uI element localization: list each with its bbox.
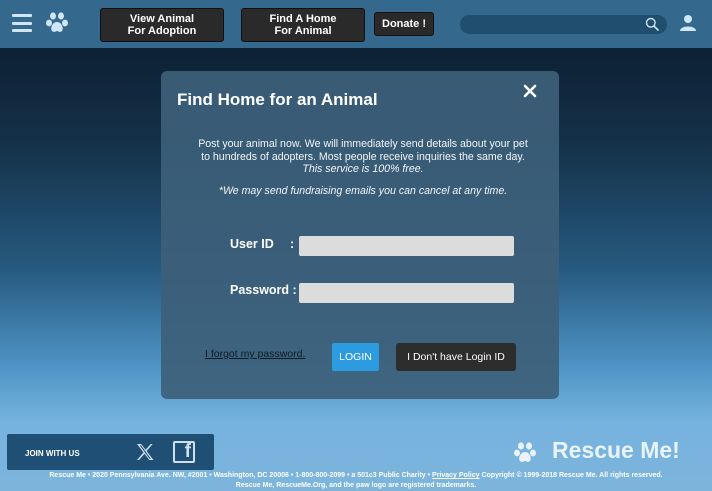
fundraising-note: *We may send fundraising emails you can … [218,185,508,197]
brand-name: Rescue Me! [552,437,680,463]
facebook-icon-glyph: f [184,441,191,462]
close-icon-glyph [523,84,537,98]
menu-icon-line [12,14,32,17]
menu-icon-line [12,29,32,32]
user-icon[interactable] [679,14,697,32]
copyright-text: Copyright © 1999-2018 Rescue Me. All rig… [479,472,663,479]
menu-icon-line [12,21,32,25]
search-bar [460,15,667,37]
search-icon[interactable] [645,17,659,31]
user-id-colon: : [290,237,295,251]
login-button-label: LOGIN [339,351,372,363]
nav-button-label: Find A Home [269,13,337,25]
nav-button-label: For Adoption [127,25,197,37]
intro-line: to hundreds of adopters. Most people rec… [201,150,525,163]
view-animal-for-adoption-button[interactable]: View Animal For Adoption [100,8,224,42]
legal-footer: Rescue Me • 2020 Pennsylvania Ave. NW, #… [0,471,712,490]
intro-line: Post your animal now. We will immediatel… [198,138,528,150]
login-button[interactable]: LOGIN [332,343,379,371]
privacy-policy-link[interactable]: Privacy Policy [432,472,479,479]
no-login-id-button[interactable]: I Don't have Login ID [396,343,516,371]
nav-button-label: View Animal [129,13,195,25]
paw-logo-icon[interactable] [44,10,70,36]
user-id-field[interactable] [299,236,514,256]
search-input[interactable] [460,17,640,37]
close-icon[interactable] [523,83,539,101]
paw-logo-icon [514,442,536,462]
nav-button-label: For Animal [274,25,332,37]
free-service-note: This service is 100% free. [302,163,424,175]
donate-button[interactable]: Donate ! [374,12,434,36]
trademark-line: Rescue Me, RescueMe.Org, and the paw log… [235,481,477,489]
dialog-intro-text: Post your animal now. We will immediatel… [189,138,537,176]
password-field[interactable] [299,283,514,303]
donate-button-label: Donate ! [382,18,426,30]
legal-line: Rescue Me • 2020 Pennsylvania Ave. NW, #… [0,471,712,481]
facebook-icon[interactable]: f [173,441,195,463]
user-id-label: User ID [230,237,274,251]
dialog-title: Find Home for an Animal [177,90,378,109]
no-login-id-button-label: I Don't have Login ID [407,351,505,363]
menu-icon[interactable] [12,14,32,32]
join-with-us-label: JOIN WITH US [25,449,80,458]
forgot-password-link[interactable]: I forgot my password. [205,348,305,360]
find-a-home-for-animal-button[interactable]: Find A Home For Animal [241,8,365,42]
x-icon[interactable] [135,442,155,462]
join-with-us-panel: JOIN WITH US f [7,434,214,470]
password-label: Password : [230,283,297,297]
find-home-dialog: Find Home for an Animal Post your animal… [161,71,559,399]
top-navigation-bar: View Animal For Adoption Find A Home For… [0,0,712,48]
legal-text: Rescue Me • 2020 Pennsylvania Ave. NW, #… [49,472,433,479]
